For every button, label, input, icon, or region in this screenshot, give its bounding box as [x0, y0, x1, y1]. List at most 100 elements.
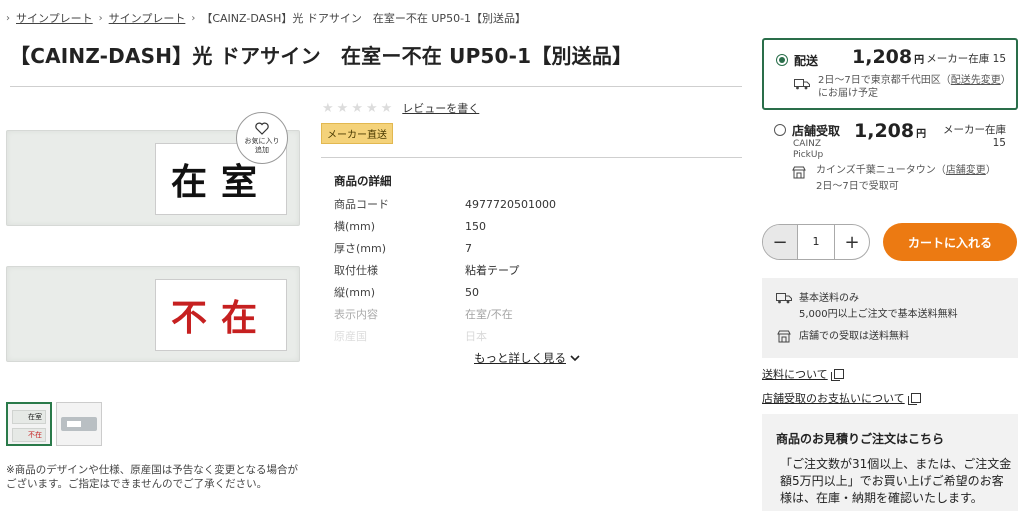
pickup-payment-link-label: 店舗受取のお支払いについて — [762, 392, 905, 405]
spec-key: 商品コード — [334, 198, 389, 211]
delivery-stock: メーカー在庫 15 — [926, 53, 1006, 65]
thumbnail-1[interactable]: 在室 不在 — [6, 402, 52, 446]
external-window-icon — [907, 393, 921, 405]
shipping-line-1: 基本送料のみ — [799, 293, 859, 304]
pickup-store-note: 2日〜7日で受取可 — [816, 181, 899, 192]
thumbnail-plate-top: 在室 — [12, 410, 46, 424]
spec-row: 商品コード 4977720501000 — [334, 193, 714, 215]
store-icon — [792, 166, 806, 179]
quantity-decrease-button[interactable]: − — [763, 225, 797, 259]
shipping-info-link-label: 送料について — [762, 368, 828, 381]
spec-value: 7 — [465, 241, 472, 255]
star-icon: ★ — [336, 100, 349, 116]
divider — [321, 157, 742, 158]
spec-row: 表示内容 在室/不在 — [334, 303, 714, 325]
details-title: 商品の詳細 — [334, 174, 392, 188]
spec-value: 150 — [465, 219, 486, 233]
shipping-line-3: 店舗での受取は送料無料 — [799, 331, 909, 342]
change-store-link[interactable]: 店舗変更 — [946, 165, 986, 176]
truck-icon — [776, 293, 792, 304]
spec-value: 日本 — [465, 330, 487, 343]
store-icon — [777, 330, 791, 343]
maker-direct-badge: メーカー直送 — [321, 123, 393, 144]
pickup-payment-link[interactable]: 店舗受取のお支払いについて — [762, 390, 921, 406]
external-window-icon — [830, 369, 844, 381]
show-more-link[interactable]: もっと詳しく見る — [474, 350, 580, 366]
breadcrumb: › サインプレート › サインプレート › 【CAINZ-DASH】光 ドアサイ… — [0, 10, 526, 26]
chevron-down-icon — [570, 354, 580, 361]
minus-icon: − — [772, 231, 788, 253]
thumbnail-side-view — [61, 417, 97, 431]
spec-key: 取付仕様 — [334, 264, 378, 277]
spec-key: 厚さ(mm) — [334, 242, 387, 255]
spec-key: 表示内容 — [334, 308, 378, 321]
delivery-yen: 円 — [914, 55, 925, 66]
delivery-radio[interactable] — [776, 54, 788, 66]
delivery-option[interactable]: 配送 1,208 円 メーカー在庫 15 2日〜7日で東京都千代田区（配送先変更）… — [762, 38, 1018, 110]
plate-window-bottom: 不在 — [155, 279, 287, 351]
delivery-price-value: 1,208 — [852, 46, 913, 68]
product-image-plate-bottom: 不在 — [6, 266, 300, 362]
pickup-option[interactable]: 店舗受取 CAINZ PickUp 1,208 円 メーカー在庫 15 カインズ千… — [762, 110, 1018, 204]
spec-table: 商品コード 4977720501000 横(mm) 150 厚さ(mm) 7 取付仕様… — [334, 193, 714, 347]
bulk-quote-title: 商品のお見積りご注文はこちら — [776, 432, 945, 446]
breadcrumb-link-2[interactable]: サインプレート — [109, 10, 186, 26]
pickup-stock-value: 15 — [992, 137, 1006, 149]
spec-value: 粘着テープ — [465, 264, 520, 277]
shipping-info-box: 基本送料のみ 5,000円以上ご注文で基本送料無料 店舗での受取は送料無料 — [762, 278, 1018, 358]
rating-row: ★ ★ ★ ★ ★ レビューを書く — [322, 100, 479, 116]
star-icon: ★ — [351, 100, 363, 116]
pickup-price-value: 1,208 — [854, 120, 915, 142]
spec-row: 厚さ(mm) 7 — [334, 237, 714, 259]
favorite-add-button[interactable]: お気に入り 追加 — [236, 112, 288, 164]
star-icon: ★ — [365, 100, 378, 116]
favorite-label-1: お気に入り — [244, 136, 280, 145]
shipping-info-link[interactable]: 送料について — [762, 366, 844, 382]
star-icon: ★ — [322, 100, 334, 116]
spec-row: 横(mm) 150 — [334, 215, 714, 237]
pickup-radio[interactable] — [774, 124, 786, 136]
write-review-link[interactable]: レビューを書く — [402, 100, 479, 116]
shipping-line-2: 5,000円以上ご注文で基本送料無料 — [799, 309, 958, 320]
heart-icon — [255, 122, 269, 135]
thumbnail-list: 在室 不在 — [6, 402, 102, 446]
chevron-right-icon: › — [191, 12, 196, 24]
chevron-right-icon: › — [98, 12, 103, 24]
pickup-yen: 円 — [916, 129, 927, 140]
plus-icon: + — [844, 231, 860, 253]
pickup-sub-2: PickUp — [793, 150, 824, 160]
product-disclaimer: ※商品のデザインや仕様、原産国は予告なく変更となる場合がございます。ご指定はでき… — [6, 464, 298, 490]
rating-stars: ★ ★ ★ ★ ★ — [322, 101, 392, 116]
chevron-right-icon: › — [6, 12, 10, 24]
quantity-increase-button[interactable]: + — [835, 225, 869, 259]
spec-value: 4977720501000 — [465, 197, 556, 211]
bulk-quote-text: 「ご注文数が31個以上、または、ご注文金額5万円以上」でお買い上げご希望のお客様… — [780, 457, 1012, 505]
spec-key: 原産国 — [334, 330, 367, 343]
spec-value: 50 — [465, 285, 479, 299]
delivery-note-1: 2日〜7日で東京都千代田区（ — [818, 75, 951, 86]
quantity-input[interactable]: 1 — [797, 225, 835, 259]
change-destination-link[interactable]: 配送先変更 — [951, 75, 1001, 86]
pickup-label: 店舗受取 — [792, 124, 841, 138]
add-to-cart-button[interactable]: カートに入れる — [883, 223, 1017, 261]
divider — [10, 86, 742, 87]
delivery-price: 1,208 円 — [852, 46, 924, 68]
pickup-store-2: ） — [985, 165, 996, 176]
breadcrumb-link-1[interactable]: サインプレート — [16, 10, 93, 26]
spec-row: 原産国 日本 — [334, 325, 714, 347]
spec-row: 縦(mm) 50 — [334, 281, 714, 303]
page-title: 【CAINZ-DASH】光 ドアサイン 在室ー不在 UP50-1【別送品】 — [10, 44, 633, 68]
pickup-store-1: カインズ千葉ニュータウン（ — [816, 165, 946, 176]
bulk-quote-box: 商品のお見積りご注文はこちら 「ご注文数が31個以上、または、ご注文金額5万円以… — [762, 414, 1018, 511]
pickup-stock-label: メーカー在庫 — [943, 124, 1006, 136]
spec-row: 取付仕様 粘着テープ — [334, 259, 714, 281]
thumbnail-plate-bottom: 不在 — [12, 428, 46, 442]
quantity-stepper: − 1 + — [762, 224, 870, 260]
pickup-price: 1,208 円 — [854, 120, 926, 142]
delivery-note: 2日〜7日で東京都千代田区（配送先変更）にお届け予定 — [818, 74, 1014, 100]
delivery-label: 配送 — [794, 54, 819, 68]
plate-text-bottom: 不在 — [170, 297, 271, 339]
favorite-label-2: 追加 — [255, 145, 269, 154]
thumbnail-2[interactable] — [56, 402, 102, 446]
truck-icon — [794, 79, 810, 90]
